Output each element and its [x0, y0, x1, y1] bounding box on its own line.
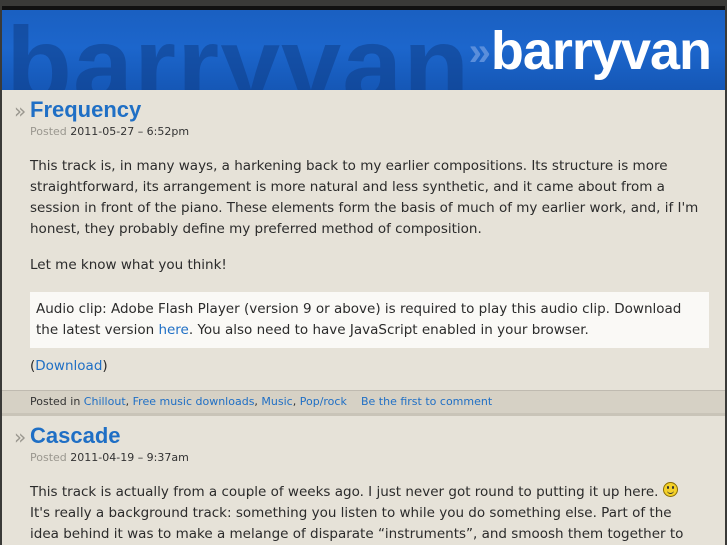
post-paragraph: Let me know what you think!	[30, 257, 227, 273]
audio-text-after: . You also need to have JavaScript enabl…	[188, 322, 589, 338]
post-title-link[interactable]: Frequency	[30, 97, 141, 123]
comment-link[interactable]: Be the first to comment	[361, 391, 492, 413]
post-body: This track is, in many ways, a harkening…	[30, 156, 702, 240]
posted-in-label: Posted in	[30, 395, 81, 408]
site-title: barryvan	[490, 21, 712, 81]
post-categories: Posted in Chillout, Free music downloads…	[30, 395, 347, 408]
post-title-link[interactable]: Cascade	[30, 423, 121, 449]
post-bullet-icon: »	[14, 425, 27, 449]
header-background-wordmark: barryvan	[6, 6, 471, 91]
post-datetime: 2011-04-19 – 9:37am	[70, 451, 189, 464]
download-line: (Download)	[30, 356, 702, 377]
category-link[interactable]: Music	[261, 395, 292, 408]
posted-label: Posted	[30, 451, 67, 464]
post-paragraph: This track is actually from a couple of …	[30, 482, 702, 545]
post-body: This track is actually from a couple of …	[30, 482, 702, 545]
flash-download-link[interactable]: here	[158, 322, 188, 338]
paragraph-text-cont: It's really a background track: somethin…	[30, 505, 684, 542]
post-body-2: Let me know what you think!	[30, 255, 702, 276]
site-title-link[interactable]: » barryvan	[468, 21, 712, 84]
audio-player-fallback: Audio clip: Adobe Flash Player (version …	[30, 292, 709, 348]
page-frame: barryvan » barryvan » Frequency Posted 20…	[2, 6, 725, 545]
post-meta: Posted 2011-04-19 – 9:37am	[30, 451, 189, 464]
site-header: barryvan » barryvan	[2, 6, 725, 90]
post-datetime: 2011-05-27 – 6:52pm	[70, 125, 190, 138]
download-link[interactable]: Download	[35, 358, 102, 374]
post-meta: Posted 2011-05-27 – 6:52pm	[30, 125, 189, 138]
paragraph-text: This track is actually from a couple of …	[30, 484, 663, 500]
post-bullet-icon: »	[14, 99, 27, 123]
smiley-icon	[662, 482, 678, 497]
category-link[interactable]: Pop/rock	[300, 395, 347, 408]
post-paragraph: This track is, in many ways, a harkening…	[30, 158, 699, 237]
posted-label: Posted	[30, 125, 67, 138]
post-footer: Posted in Chillout, Free music downloads…	[2, 390, 725, 416]
title-prefix-icon: »	[468, 30, 491, 74]
paren-close: )	[102, 358, 108, 374]
category-link[interactable]: Free music downloads	[133, 395, 255, 408]
category-link[interactable]: Chillout	[84, 395, 126, 408]
